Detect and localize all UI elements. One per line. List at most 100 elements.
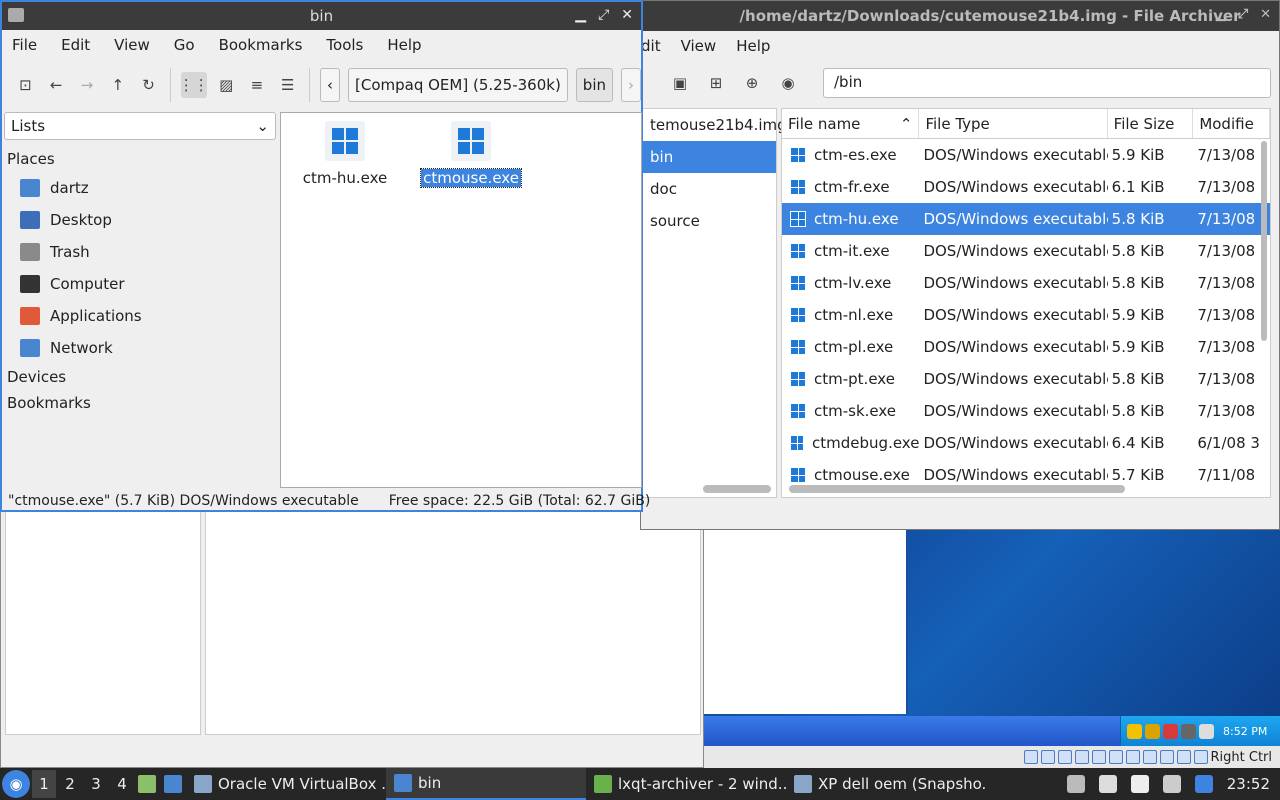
network-icon[interactable] bbox=[1074, 750, 1089, 764]
column-modified[interactable]: Modifie bbox=[1193, 109, 1270, 138]
file-item[interactable]: ctm-hu.exe bbox=[297, 121, 393, 187]
up-arrow-icon[interactable]: ↑ bbox=[106, 72, 129, 98]
menu-file[interactable]: File bbox=[12, 36, 37, 54]
tree-item-source[interactable]: source bbox=[642, 205, 776, 237]
menu-help[interactable]: Help bbox=[736, 37, 770, 55]
devices-header[interactable]: Devices bbox=[4, 364, 278, 390]
tree-item-doc[interactable]: doc bbox=[642, 173, 776, 205]
file-manager-titlebar[interactable]: bin ▁ ⤢ ✕ bbox=[2, 2, 641, 30]
extract-icon[interactable]: ▣ bbox=[667, 70, 693, 96]
taskbar-button[interactable]: Oracle VM VirtualBox ... bbox=[186, 768, 386, 800]
minimize-icon[interactable]: ▁ bbox=[575, 7, 586, 23]
table-row[interactable]: ctm-es.exe DOS/Windows executable 5.9 KiB 7… bbox=[782, 139, 1270, 171]
add-files-icon[interactable]: ⊞ bbox=[703, 70, 729, 96]
menu-edit[interactable]: Edit bbox=[61, 36, 90, 54]
places-header[interactable]: Places bbox=[4, 146, 278, 172]
optical-icon[interactable] bbox=[1040, 750, 1055, 764]
workspace-4[interactable]: 4 bbox=[110, 770, 134, 798]
mouse-integration-icon[interactable] bbox=[1176, 750, 1191, 764]
thumbnail-view-icon[interactable]: ▨ bbox=[215, 72, 238, 98]
warning-icon[interactable] bbox=[1127, 723, 1142, 739]
minimize-icon[interactable]: ▁ bbox=[1216, 7, 1226, 22]
workspace-1[interactable]: 1 bbox=[32, 770, 56, 798]
shared-folder-icon[interactable] bbox=[1108, 750, 1123, 764]
breadcrumb-current[interactable]: bin bbox=[575, 68, 613, 102]
audio-icon[interactable] bbox=[1057, 750, 1072, 764]
list-horizontal-scrollbar[interactable] bbox=[789, 485, 1125, 493]
breadcrumb-back-icon[interactable]: ‹ bbox=[320, 68, 340, 102]
cpu-icon[interactable] bbox=[1159, 750, 1174, 764]
recording-icon[interactable] bbox=[1142, 750, 1157, 764]
volume-icon[interactable] bbox=[1098, 775, 1117, 793]
reload-icon[interactable]: ↻ bbox=[137, 72, 160, 98]
breadcrumb-forward-icon[interactable]: › bbox=[621, 68, 641, 102]
display-icon[interactable] bbox=[1125, 750, 1140, 764]
icon-view-icon[interactable]: ⋮⋮ bbox=[179, 72, 209, 98]
sidebar-item-applications[interactable]: Applications bbox=[4, 300, 278, 332]
column-file-size[interactable]: File Size bbox=[1108, 109, 1194, 138]
menu-go[interactable]: Go bbox=[174, 36, 195, 54]
menu-view[interactable]: View bbox=[681, 37, 717, 55]
breadcrumb-device[interactable]: [Compaq OEM] (5.25-360k) bbox=[348, 68, 568, 102]
sidebar-item-network[interactable]: Network bbox=[4, 332, 278, 364]
network-tray-icon[interactable] bbox=[1145, 723, 1160, 739]
start-menu-icon[interactable]: ◉ bbox=[2, 770, 30, 798]
folder-view[interactable]: ctm-hu.exe ctmouse.exe bbox=[280, 112, 642, 488]
workspace-2[interactable]: 2 bbox=[58, 770, 82, 798]
column-file-name[interactable]: File name ⌃ bbox=[782, 109, 920, 138]
back-arrow-icon[interactable]: ← bbox=[45, 72, 68, 98]
new-tab-icon[interactable]: ⊡ bbox=[14, 72, 37, 98]
taskbar-button[interactable]: bin bbox=[386, 768, 586, 800]
trash-tray-icon[interactable] bbox=[1066, 775, 1085, 793]
forward-arrow-icon[interactable]: → bbox=[76, 72, 99, 98]
menu-tools[interactable]: Tools bbox=[326, 36, 363, 54]
sidebar-item-computer[interactable]: Computer bbox=[4, 268, 278, 300]
tray-app-icon[interactable] bbox=[1181, 723, 1196, 739]
detailed-list-icon[interactable]: ☰ bbox=[276, 72, 299, 98]
tree-horizontal-scrollbar[interactable] bbox=[703, 485, 771, 493]
stop-icon[interactable]: ◉ bbox=[775, 70, 801, 96]
table-row[interactable]: ctm-pt.exe DOS/Windows executable 5.8 KiB 7… bbox=[782, 363, 1270, 395]
workspace-3[interactable]: 3 bbox=[84, 770, 108, 798]
menu-help[interactable]: Help bbox=[387, 36, 421, 54]
compact-view-icon[interactable]: ≡ bbox=[246, 72, 269, 98]
table-row[interactable]: ctmdebug.exe DOS/Windows executable 6.4 Ki… bbox=[782, 427, 1270, 459]
bookmarks-header[interactable]: Bookmarks bbox=[4, 390, 278, 416]
table-row[interactable]: ctm-sk.exe DOS/Windows executable 5.8 KiB 7… bbox=[782, 395, 1270, 427]
side-pane-mode-select[interactable]: Lists ⌄ bbox=[4, 112, 276, 140]
sidebar-item-dartz[interactable]: dartz bbox=[4, 172, 278, 204]
archiver-titlebar[interactable]: /home/dartz/Downloads/cutemouse21b4.img … bbox=[641, 1, 1279, 31]
taskbar-button[interactable]: XP dell oem (Snapsho... bbox=[786, 768, 986, 800]
table-row[interactable]: ctm-nl.exe DOS/Windows executable 5.9 KiB 7… bbox=[782, 299, 1270, 331]
usb-icon[interactable] bbox=[1091, 750, 1106, 764]
sidebar-item-desktop[interactable]: Desktop bbox=[4, 204, 278, 236]
removable-media-icon[interactable] bbox=[1162, 775, 1181, 793]
tray-monitor-icon[interactable] bbox=[1199, 723, 1214, 739]
list-vertical-scrollbar[interactable] bbox=[1261, 141, 1267, 341]
clipboard-icon[interactable] bbox=[1130, 775, 1149, 793]
maximize-icon[interactable]: ⤢ bbox=[598, 7, 609, 23]
file-item-selected[interactable]: ctmouse.exe bbox=[420, 121, 522, 188]
location-input[interactable]: /bin bbox=[823, 68, 1271, 98]
taskbar-button[interactable]: lxqt-archiver - 2 wind... bbox=[586, 768, 786, 800]
menu-bookmarks[interactable]: Bookmarks bbox=[219, 36, 303, 54]
table-row[interactable]: ctm-lv.exe DOS/Windows executable 5.8 KiB 7… bbox=[782, 267, 1270, 299]
table-row[interactable]: ctm-pl.exe DOS/Windows executable 5.9 KiB 7… bbox=[782, 331, 1270, 363]
close-icon[interactable]: ✕ bbox=[1260, 7, 1271, 22]
quicklaunch-files[interactable] bbox=[134, 768, 160, 800]
column-file-type[interactable]: File Type bbox=[919, 109, 1108, 138]
disk-icon[interactable] bbox=[1023, 750, 1038, 764]
keyboard-icon[interactable] bbox=[1193, 750, 1208, 764]
update-icon[interactable] bbox=[1194, 775, 1213, 793]
add-folder-icon[interactable]: ⊕ bbox=[739, 70, 765, 96]
sidebar-item-trash[interactable]: Trash bbox=[4, 236, 278, 268]
menu-view[interactable]: View bbox=[114, 36, 150, 54]
table-row[interactable]: ctm-it.exe DOS/Windows executable 5.8 KiB 7… bbox=[782, 235, 1270, 267]
quicklaunch-desktop[interactable] bbox=[160, 768, 186, 800]
table-row[interactable]: ctm-hu.exe DOS/Windows executable 5.8 KiB 7… bbox=[782, 203, 1270, 235]
security-shield-icon[interactable] bbox=[1163, 723, 1178, 739]
table-row[interactable]: ctm-fr.exe DOS/Windows executable 6.1 KiB 7… bbox=[782, 171, 1270, 203]
close-icon[interactable]: ✕ bbox=[621, 7, 633, 23]
tree-item-archive[interactable]: temouse21b4.img bbox=[642, 109, 787, 141]
menu-edit[interactable]: dit bbox=[641, 37, 661, 55]
